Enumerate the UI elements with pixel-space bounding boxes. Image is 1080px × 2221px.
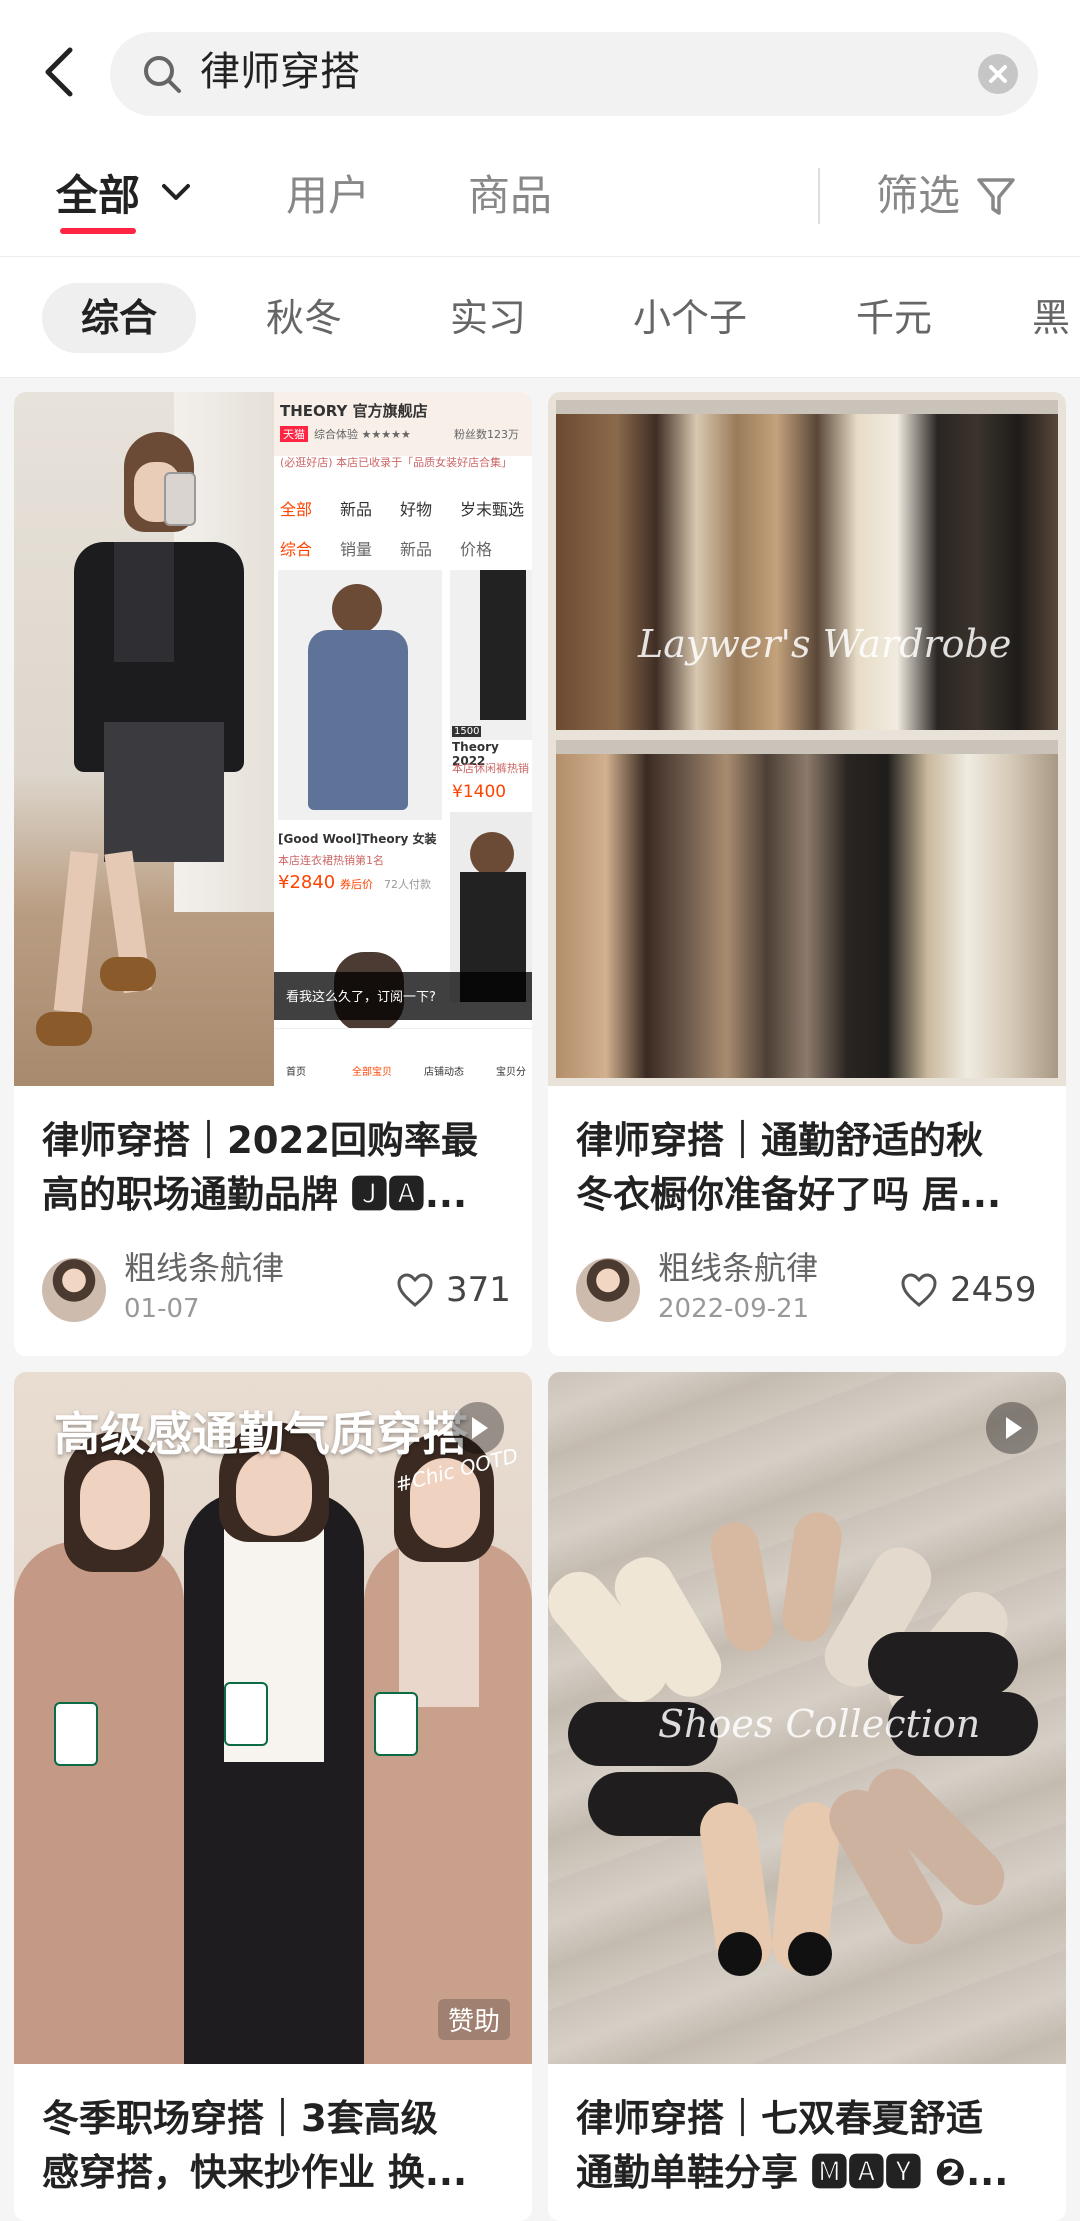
tab-all[interactable]: 全部 — [56, 168, 140, 224]
note-date: 2022-09-21 — [658, 1294, 810, 1324]
chip-internship[interactable]: 实习 — [420, 283, 556, 353]
chip-autumn-winter[interactable]: 秋冬 — [236, 283, 372, 353]
search-icon — [140, 52, 184, 100]
tab-divider — [818, 168, 820, 224]
play-icon[interactable] — [452, 1402, 504, 1454]
outfit-photo — [14, 392, 274, 1086]
note-cover-image: THEORY 官方旗舰店 天猫 综合体验 ★★★★★ 粉丝数123万 (必逛好店… — [14, 392, 532, 1086]
like-count: 2459 — [950, 1270, 1037, 1310]
note-card[interactable]: Shoes Collection 律师穿搭｜七双春夏舒适 通勤单鞋分享 🅼🅰🆈 … — [548, 1372, 1066, 2221]
image-watermark: Laywer's Wardrobe — [638, 622, 1012, 666]
back-icon[interactable] — [40, 42, 80, 102]
chip-petite[interactable]: 小个子 — [610, 283, 770, 353]
note-cover-image: Laywer's Wardrobe — [548, 392, 1066, 1086]
tab-users[interactable]: 用户 — [286, 168, 370, 224]
chip-comprehensive[interactable]: 综合 — [42, 283, 196, 353]
search-input[interactable]: 律师穿搭 — [200, 47, 360, 97]
chip-black[interactable]: 黑 — [1032, 283, 1080, 353]
note-title: 律师穿搭｜2022回购率最 高的职场通勤品牌 🅹🅰... — [42, 1119, 478, 1216]
heart-icon[interactable] — [900, 1272, 938, 1312]
heart-icon[interactable] — [396, 1272, 434, 1312]
tab-goods[interactable]: 商品 — [468, 168, 552, 224]
main-tabs: 全部 用户 商品 筛选 — [0, 150, 1080, 257]
chevron-down-icon[interactable] — [160, 180, 192, 208]
store-screenshot: THEORY 官方旗舰店 天猫 综合体验 ★★★★★ 粉丝数123万 (必逛好店… — [274, 392, 532, 1086]
top-bar: 律师穿搭 — [0, 0, 1080, 150]
author-name[interactable]: 粗线条航律 — [658, 1248, 818, 1288]
chip-thousand[interactable]: 千元 — [826, 283, 962, 353]
play-icon[interactable] — [986, 1402, 1038, 1454]
cover-headline: 高级感通勤气质穿搭 — [54, 1407, 468, 1461]
note-cover-image: Shoes Collection — [548, 1372, 1066, 2064]
filter-icon[interactable] — [975, 175, 1017, 223]
avatar[interactable] — [576, 1258, 640, 1322]
like-count: 371 — [446, 1270, 511, 1310]
active-tab-indicator — [60, 228, 136, 234]
note-date: 01-07 — [124, 1294, 200, 1324]
author-name[interactable]: 粗线条航律 — [124, 1248, 284, 1288]
note-cover-image: 高级感通勤气质穿搭 #Chic OOTD 赞助 — [14, 1372, 532, 2064]
search-bar[interactable]: 律师穿搭 — [110, 32, 1038, 116]
note-title: 律师穿搭｜七双春夏舒适 通勤单鞋分享 🅼🅰🆈 ❷... — [576, 2097, 1009, 2194]
clear-icon[interactable] — [978, 54, 1018, 94]
note-card[interactable]: THEORY 官方旗舰店 天猫 综合体验 ★★★★★ 粉丝数123万 (必逛好店… — [14, 392, 532, 1356]
avatar[interactable] — [42, 1258, 106, 1322]
note-title: 冬季职场穿搭｜3套高级 感穿搭，快来抄作业 换... — [42, 2097, 468, 2194]
note-card[interactable]: 高级感通勤气质穿搭 #Chic OOTD 赞助 冬季职场穿搭｜3套高级 感穿搭，… — [14, 1372, 532, 2221]
image-watermark: Shoes Collection — [658, 1702, 981, 1746]
category-chips: 综合 秋冬 实习 小个子 千元 黑 — [0, 257, 1080, 378]
filter-button[interactable]: 筛选 — [876, 168, 960, 224]
note-title: 律师穿搭｜通勤舒适的秋 冬衣橱你准备好了吗 居... — [576, 1119, 1002, 1216]
note-card[interactable]: Laywer's Wardrobe 律师穿搭｜通勤舒适的秋 冬衣橱你准备好了吗 … — [548, 392, 1066, 1356]
sponsored-label: 赞助 — [437, 1999, 510, 2040]
